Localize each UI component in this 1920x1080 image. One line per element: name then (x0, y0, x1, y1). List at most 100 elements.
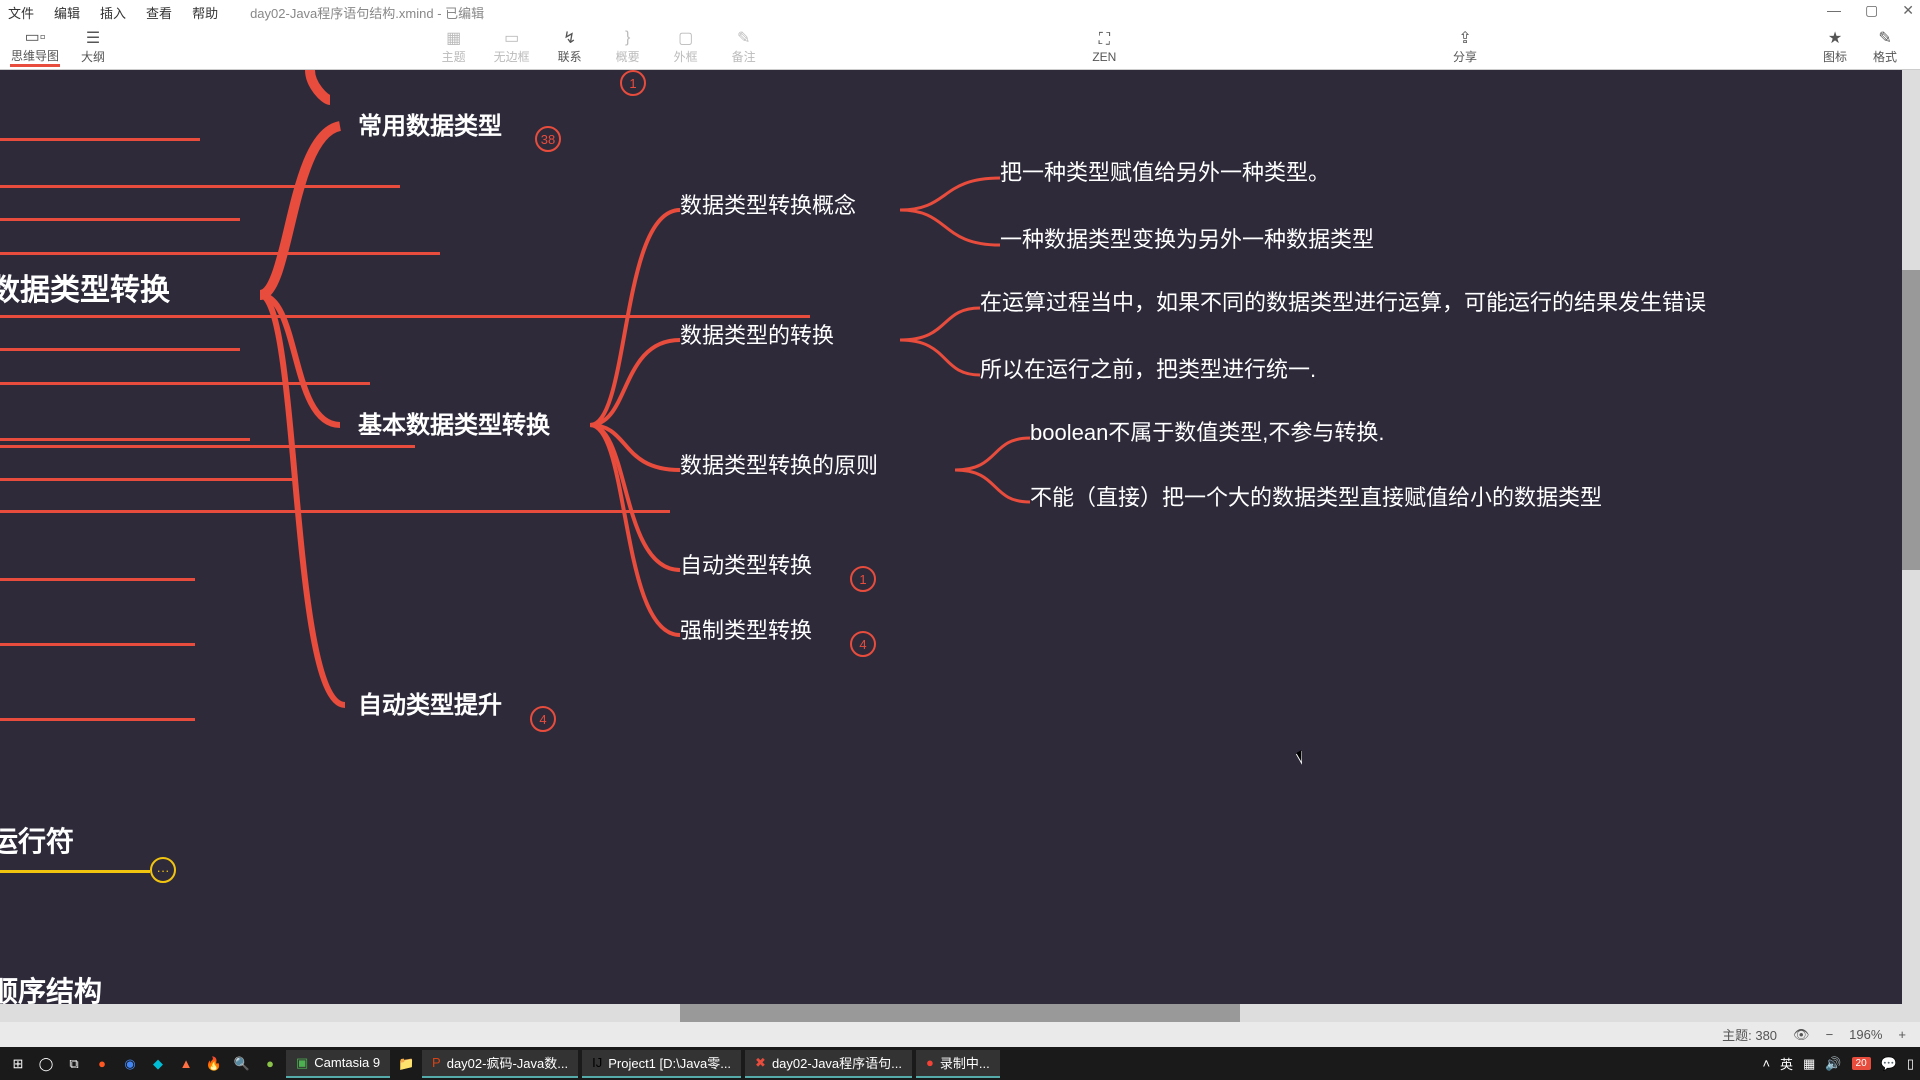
notifications-icon[interactable]: 💬 (1881, 1056, 1897, 1072)
app-label: Project1 [D:\Java零... (608, 1053, 731, 1072)
menu-view[interactable]: 查看 (146, 3, 172, 22)
chrome-icon[interactable]: ◉ (118, 1052, 142, 1076)
badge-force[interactable]: 4 (850, 631, 876, 657)
node-rule[interactable]: 数据类型转换的原则 (680, 448, 878, 480)
show-desktop[interactable]: ▯ (1907, 1056, 1914, 1072)
noborder-button[interactable]: ▭无边框 (487, 28, 537, 65)
tray-chevron-icon[interactable]: ˄ (1762, 1056, 1770, 1071)
node-conv[interactable]: 数据类型的转换 (680, 318, 834, 350)
badge-autoup[interactable]: 4 (530, 706, 556, 732)
share-button[interactable]: ⇪分享 (1440, 28, 1490, 65)
explorer-icon[interactable]: 📁 (394, 1052, 418, 1076)
theme-button[interactable]: ▦主题 (429, 28, 479, 65)
outline-view-button[interactable]: ☰ 大纲 (68, 27, 118, 67)
taskbar-camtasia[interactable]: ▣Camtasia 9 (286, 1050, 390, 1078)
badge-operator[interactable]: ··· (150, 857, 176, 883)
window-title: day02-Java程序语句结构.xmind - 已编辑 (250, 3, 484, 22)
app-label: Camtasia 9 (314, 1055, 380, 1070)
horizontal-scrollbar[interactable] (0, 1004, 1902, 1022)
taskbar-idea[interactable]: IJProject1 [D:\Java零... (582, 1050, 741, 1078)
underline (0, 348, 240, 351)
node-root-datatype[interactable]: 数据类型转换 (0, 265, 170, 309)
node-rule2[interactable]: 不能（直接）把一个大的数据类型直接赋值给小的数据类型 (1030, 480, 1602, 512)
outline-label: 大纲 (81, 48, 105, 65)
brush-icon: ✎ (1878, 28, 1891, 48)
badge-common[interactable]: 38 (535, 126, 561, 152)
node-concept2[interactable]: 一种数据类型变换为另外一种数据类型 (1000, 222, 1374, 254)
maximize-button[interactable]: ▢ (1865, 2, 1878, 19)
node-concept[interactable]: 数据类型转换概念 (680, 188, 856, 220)
node-rule1[interactable]: boolean不属于数值类型,不参与转换. (1030, 415, 1385, 447)
boundary-icon: ▢ (678, 28, 693, 48)
start-button[interactable]: ⊞ (6, 1052, 30, 1076)
taskview-icon[interactable]: ⧉ (62, 1052, 86, 1076)
style-label: 格式 (1873, 48, 1897, 65)
relation-button[interactable]: ↯联系 (545, 28, 595, 65)
window-controls: — ▢ ✕ (1827, 2, 1914, 19)
boundary-button[interactable]: ▢外框 (661, 28, 711, 65)
app-icon[interactable]: ▲ (174, 1052, 198, 1076)
system-tray: ˄ 英 ▦ 🔊 20 💬 ▯ (1762, 1054, 1914, 1073)
node-basic[interactable]: 基本数据类型转换 (358, 405, 550, 440)
mindmap-icon: ▭▫ (25, 27, 46, 47)
zen-label: ZEN (1092, 50, 1116, 64)
share-label: 分享 (1453, 48, 1477, 65)
menu-file[interactable]: 文件 (8, 3, 34, 22)
node-common[interactable]: 常用数据类型 (358, 106, 502, 141)
underline (0, 218, 240, 221)
node-root-operator[interactable]: 运行符 (0, 820, 74, 860)
underline (0, 578, 195, 581)
node-conv2[interactable]: 所以在运行之前，把类型进行统一. (980, 352, 1316, 384)
node-autoup[interactable]: 自动类型提升 (358, 685, 502, 720)
app-icon[interactable]: ◆ (146, 1052, 170, 1076)
minimize-button[interactable]: — (1827, 2, 1841, 19)
tray-icon[interactable]: 🔊 (1825, 1056, 1841, 1072)
summary-button[interactable]: }概要 (603, 28, 653, 65)
menu-help[interactable]: 帮助 (192, 3, 218, 22)
note-label: 备注 (732, 48, 756, 65)
scrollbar-thumb[interactable] (1902, 270, 1920, 570)
ime-indicator[interactable]: 英 (1780, 1054, 1793, 1073)
badge-auto[interactable]: 1 (850, 566, 876, 592)
search-icon[interactable]: 🔍 (230, 1052, 254, 1076)
summary-label: 概要 (616, 48, 640, 65)
visibility-icon[interactable]: 👁 (1793, 1027, 1810, 1043)
theme-icon: ▦ (446, 28, 461, 48)
toolbar: ▭▫ 思维导图 ☰ 大纲 ▦主题 ▭无边框 ↯联系 }概要 ▢外框 ✎备注 ⛶Z… (0, 24, 1920, 70)
mindmap-canvas[interactable]: 数据类型转换 运行符 ··· 顺序结构 1 常用数据类型 38 基本数据类型转换… (0, 70, 1920, 1035)
close-button[interactable]: ✕ (1902, 2, 1914, 19)
zen-icon: ⛶ (1099, 30, 1110, 50)
underline (0, 478, 295, 481)
zoom-in-button[interactable]: + (1898, 1027, 1906, 1042)
scrollbar-thumb[interactable] (680, 1004, 1240, 1022)
node-concept1[interactable]: 把一种类型赋值给另外一种类型。 (1000, 155, 1330, 187)
node-auto[interactable]: 自动类型转换 (680, 548, 812, 580)
style-button[interactable]: ✎格式 (1860, 28, 1910, 65)
underline (0, 870, 150, 873)
tray-icon[interactable]: ▦ (1803, 1056, 1815, 1072)
taskbar-rec[interactable]: ●录制中... (916, 1050, 1000, 1078)
menu-insert[interactable]: 插入 (100, 3, 126, 22)
app-icon[interactable]: ● (90, 1052, 114, 1076)
underline (0, 445, 415, 448)
zoom-level: 196% (1849, 1027, 1882, 1042)
underline (0, 643, 195, 646)
menu-edit[interactable]: 编辑 (54, 3, 80, 22)
note-button[interactable]: ✎备注 (719, 28, 769, 65)
underline (0, 718, 195, 721)
firefox-icon[interactable]: 🔥 (202, 1052, 226, 1076)
mindmap-view-button[interactable]: ▭▫ 思维导图 (10, 27, 60, 67)
node-conv1[interactable]: 在运算过程当中，如果不同的数据类型进行运算，可能运行的结果发生错误 (980, 285, 1706, 317)
noborder-icon: ▭ (504, 28, 519, 48)
taskbar-xmind[interactable]: ✖day02-Java程序语句... (745, 1050, 912, 1078)
icon-button[interactable]: ★图标 (1810, 28, 1860, 65)
taskbar-ppt[interactable]: Pday02-疯码-Java数... (422, 1050, 578, 1078)
badge-top[interactable]: 1 (620, 70, 646, 96)
app-icon[interactable]: ● (258, 1052, 282, 1076)
zoom-out-button[interactable]: − (1826, 1027, 1834, 1042)
node-force[interactable]: 强制类型转换 (680, 613, 812, 645)
vertical-scrollbar[interactable] (1902, 70, 1920, 1030)
cortana-icon[interactable]: ◯ (34, 1052, 58, 1076)
zen-button[interactable]: ⛶ZEN (1079, 30, 1129, 64)
tray-badge[interactable]: 20 (1852, 1057, 1871, 1070)
